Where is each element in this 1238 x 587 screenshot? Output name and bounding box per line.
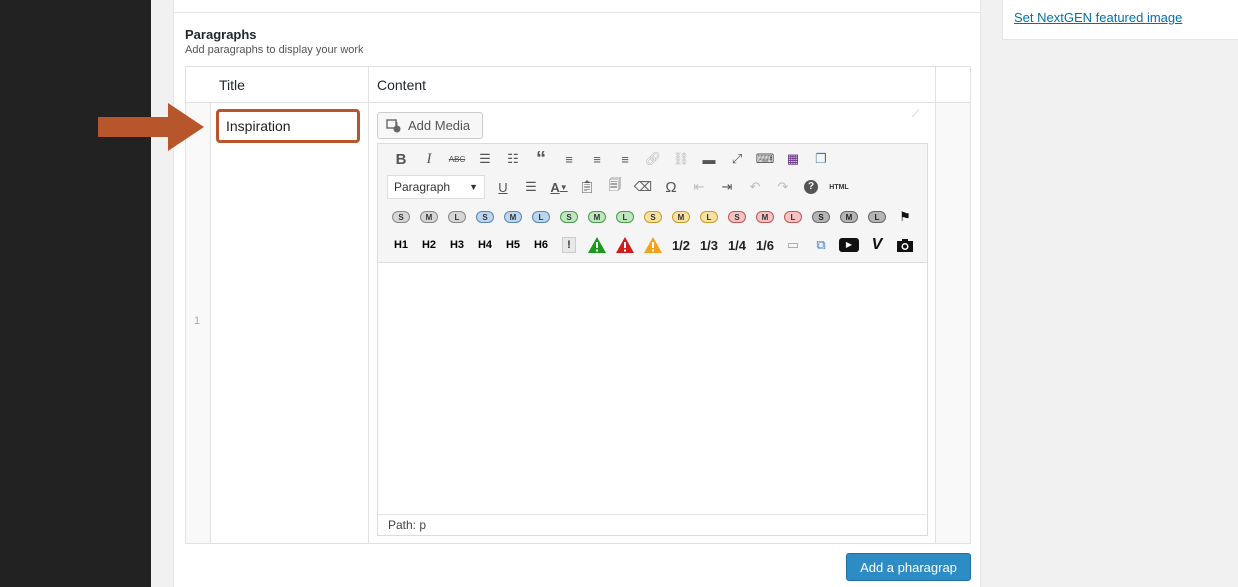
- column-third-button[interactable]: 1/3: [695, 234, 723, 256]
- grid-icon[interactable]: ▦: [779, 148, 807, 170]
- flag-icon[interactable]: ⚑: [891, 206, 919, 228]
- paste-word-icon[interactable]: 🗐: [601, 176, 629, 198]
- set-featured-image-link[interactable]: Set NextGEN featured image: [1014, 10, 1182, 25]
- undo-icon[interactable]: ↶: [741, 176, 769, 198]
- add-media-icon: [386, 118, 401, 132]
- add-media-button[interactable]: Add Media: [377, 112, 483, 139]
- italic-icon[interactable]: I: [415, 148, 443, 170]
- vimeo-icon[interactable]: V: [863, 234, 891, 256]
- notice-icon[interactable]: !: [555, 234, 583, 256]
- chevron-down-icon: ▼: [469, 182, 478, 192]
- text-color-icon[interactable]: A ▼: [545, 176, 573, 198]
- numbered-list-icon[interactable]: ☷: [499, 148, 527, 170]
- align-right-icon[interactable]: ≡: [611, 148, 639, 170]
- underline-icon[interactable]: U: [489, 176, 517, 198]
- align-left-icon[interactable]: ≡: [555, 148, 583, 170]
- button-green-medium-icon[interactable]: M: [583, 206, 611, 228]
- column-header-content: Content: [377, 77, 427, 93]
- warning-alert-icon[interactable]: [639, 234, 667, 256]
- special-character-icon[interactable]: Ω: [657, 176, 685, 198]
- arrow-annotation-icon: [98, 103, 204, 151]
- column-divider: [368, 67, 369, 543]
- youtube-icon[interactable]: ▶: [835, 234, 863, 256]
- insert-link-icon[interactable]: 🔗︎: [639, 148, 667, 170]
- button-grey-medium-icon[interactable]: M: [415, 206, 443, 228]
- content-editor: B I ABC ☰ ☷ “ ≡ ≡ ≡ 🔗︎ ⛓ ▬ ⤢ ⌨ ▦ ❐ Parag…: [377, 143, 928, 536]
- add-paragraph-button[interactable]: Add a pharagrap: [846, 553, 971, 581]
- column-header-title: Title: [219, 77, 245, 93]
- divider-line-icon[interactable]: ▭: [779, 234, 807, 256]
- toolbar-row-1: B I ABC ☰ ☷ “ ≡ ≡ ≡ 🔗︎ ⛓ ▬ ⤢ ⌨ ▦ ❐: [387, 148, 835, 170]
- toolbar-row-3: S M L S M L S M L S M L S M L S M L ⚑: [387, 206, 919, 228]
- heading-5-button[interactable]: H5: [499, 234, 527, 256]
- table-header: Title Content: [186, 67, 970, 103]
- add-media-label: Add Media: [408, 118, 471, 133]
- fullscreen-icon[interactable]: ⤢: [723, 148, 751, 170]
- bulleted-list-icon[interactable]: ☰: [471, 148, 499, 170]
- paragraph-title-input[interactable]: [216, 109, 360, 143]
- paragraphs-table: 1 Title Content Add Media ⟋ B I: [185, 66, 971, 544]
- outdent-icon[interactable]: ⇤: [685, 176, 713, 198]
- editor-status-path: Path: p: [378, 514, 927, 535]
- row-number: 1: [194, 315, 201, 327]
- justify-icon[interactable]: ☰: [517, 176, 545, 198]
- button-yellow-large-icon[interactable]: L: [695, 206, 723, 228]
- toolbar-row-2: Paragraph ▼ U ☰ A ▼ 📋︎ 🗐 ⌫ Ω ⇤ ⇥ ↶ ↷ ? HT…: [387, 175, 853, 199]
- divider: [174, 12, 980, 13]
- align-center-icon[interactable]: ≡: [583, 148, 611, 170]
- strikethrough-icon[interactable]: ABC: [443, 148, 471, 170]
- clear-formatting-icon[interactable]: ⌫: [629, 176, 657, 198]
- button-dark-small-icon[interactable]: S: [807, 206, 835, 228]
- success-alert-icon[interactable]: [583, 234, 611, 256]
- button-blue-medium-icon[interactable]: M: [499, 206, 527, 228]
- heading-6-button[interactable]: H6: [527, 234, 555, 256]
- paste-text-icon[interactable]: 📋︎: [573, 176, 601, 198]
- indent-icon[interactable]: ⇥: [713, 176, 741, 198]
- blockquote-icon[interactable]: “: [527, 148, 555, 170]
- help-icon[interactable]: ?: [797, 176, 825, 198]
- heading-4-button[interactable]: H4: [471, 234, 499, 256]
- editor-toolbar: B I ABC ☰ ☷ “ ≡ ≡ ≡ 🔗︎ ⛓ ▬ ⤢ ⌨ ▦ ❐ Parag…: [378, 144, 927, 263]
- read-more-icon[interactable]: ▬: [695, 148, 723, 170]
- resize-grip-icon[interactable]: ⟋: [912, 109, 919, 120]
- button-green-small-icon[interactable]: S: [555, 206, 583, 228]
- button-blue-small-icon[interactable]: S: [471, 206, 499, 228]
- section-title: Paragraphs: [185, 27, 257, 42]
- button-grey-large-icon[interactable]: L: [443, 206, 471, 228]
- camera-icon[interactable]: [891, 234, 919, 256]
- row-actions-column[interactable]: [936, 103, 970, 543]
- remove-link-icon[interactable]: ⛓: [667, 148, 695, 170]
- button-dark-large-icon[interactable]: L: [863, 206, 891, 228]
- button-dark-medium-icon[interactable]: M: [835, 206, 863, 228]
- button-blue-large-icon[interactable]: L: [527, 206, 555, 228]
- button-red-medium-icon[interactable]: M: [751, 206, 779, 228]
- button-yellow-small-icon[interactable]: S: [639, 206, 667, 228]
- keyboard-icon[interactable]: ⌨: [751, 148, 779, 170]
- heading-1-button[interactable]: H1: [387, 234, 415, 256]
- gallery-icon[interactable]: ❐: [807, 148, 835, 170]
- error-alert-icon[interactable]: [611, 234, 639, 256]
- column-sixth-button[interactable]: 1/6: [751, 234, 779, 256]
- heading-2-button[interactable]: H2: [415, 234, 443, 256]
- toolbar-row-4: H1 H2 H3 H4 H5 H6 ! 1/2 1/3 1/4 1/6 ▭ ⧉: [387, 234, 919, 256]
- button-red-large-icon[interactable]: L: [779, 206, 807, 228]
- paragraphs-metabox: Paragraphs Add paragraphs to display you…: [173, 0, 981, 587]
- redo-icon[interactable]: ↷: [769, 176, 797, 198]
- section-description: Add paragraphs to display your work: [185, 44, 364, 56]
- heading-3-button[interactable]: H3: [443, 234, 471, 256]
- html-icon[interactable]: HTML: [825, 176, 853, 198]
- admin-sidebar: [0, 0, 151, 587]
- featured-image-panel: Set NextGEN featured image: [1002, 0, 1238, 40]
- button-yellow-medium-icon[interactable]: M: [667, 206, 695, 228]
- bold-icon[interactable]: B: [387, 148, 415, 170]
- button-green-large-icon[interactable]: L: [611, 206, 639, 228]
- format-select[interactable]: Paragraph ▼: [387, 175, 485, 199]
- column-half-button[interactable]: 1/2: [667, 234, 695, 256]
- button-red-small-icon[interactable]: S: [723, 206, 751, 228]
- column-quarter-button[interactable]: 1/4: [723, 234, 751, 256]
- format-select-value: Paragraph: [394, 180, 451, 194]
- copy-icon[interactable]: ⧉: [807, 234, 835, 256]
- editor-content-area[interactable]: [378, 263, 927, 515]
- button-grey-small-icon[interactable]: S: [387, 206, 415, 228]
